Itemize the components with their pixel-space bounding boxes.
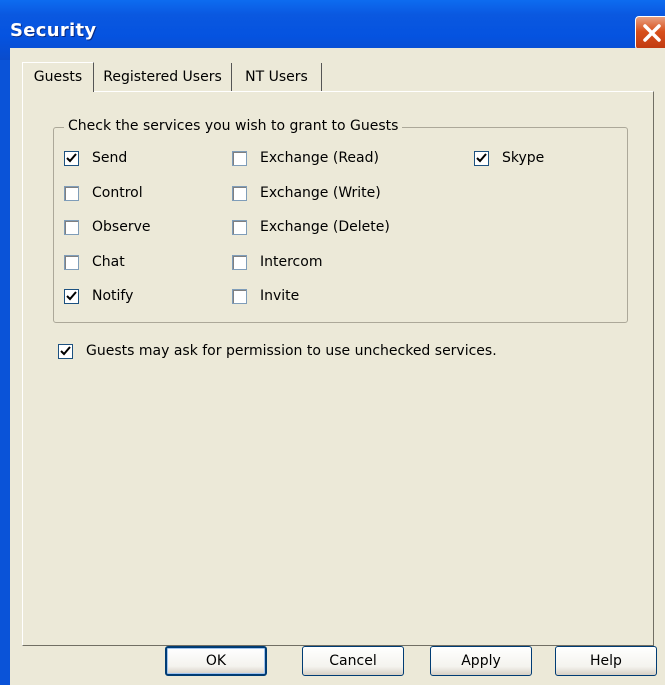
exchange-read-checkbox-box[interactable] <box>232 150 247 166</box>
observe-checkbox-box[interactable] <box>64 219 79 235</box>
services-groupbox: Check the services you wish to grant to … <box>53 118 628 323</box>
checkbox-observe[interactable]: Observe <box>64 219 150 235</box>
checkbox-label: Exchange (Delete) <box>260 219 390 235</box>
checkbox-control[interactable]: Control <box>64 185 143 201</box>
send-checkbox-box[interactable] <box>64 150 79 166</box>
checkbox-invite[interactable]: Invite <box>232 288 299 304</box>
skype-checkbox-box[interactable] <box>474 150 489 166</box>
security-dialog: Security Guests Registered Users NT User… <box>0 0 665 685</box>
checkbox-label: Chat <box>92 254 125 270</box>
checkbox-label: Notify <box>92 288 134 304</box>
tab-label: Guests <box>33 69 83 85</box>
checkbox-label: Observe <box>92 219 151 235</box>
checkmark-icon <box>66 290 77 300</box>
checkmark-icon <box>476 152 487 162</box>
checkmark-icon <box>66 152 77 162</box>
tab-guests[interactable]: Guests <box>22 62 94 92</box>
tab-panel-guests: Check the services you wish to grant to … <box>22 91 654 646</box>
tab-label: Registered Users <box>103 69 222 85</box>
dialog-client-area: Guests Registered Users NT Users Check t… <box>10 48 665 685</box>
checkbox-label: Intercom <box>260 254 323 270</box>
checkbox-exchange-read[interactable]: Exchange (Read) <box>232 150 379 166</box>
checkbox-label: Send <box>92 150 128 166</box>
checkbox-intercom[interactable]: Intercom <box>232 254 322 270</box>
checkbox-label: Skype <box>502 150 545 166</box>
control-checkbox-box[interactable] <box>64 185 79 201</box>
help-button[interactable]: Help <box>555 646 657 676</box>
checkbox-guests-may-ask[interactable]: Guests may ask for permission to use unc… <box>58 343 497 359</box>
checkbox-exchange-delete[interactable]: Exchange (Delete) <box>232 219 390 235</box>
invite-checkbox-box[interactable] <box>232 288 247 304</box>
chat-checkbox-box[interactable] <box>64 254 79 270</box>
checkbox-send[interactable]: Send <box>64 150 127 166</box>
close-button[interactable] <box>635 16 665 50</box>
tab-registered-users[interactable]: Registered Users <box>94 63 232 91</box>
exchange-delete-checkbox-box[interactable] <box>232 219 247 235</box>
checkbox-label: Invite <box>260 288 300 304</box>
checkbox-notify[interactable]: Notify <box>64 288 133 304</box>
apply-button[interactable]: Apply <box>430 646 532 676</box>
groupbox-label: Check the services you wish to grant to … <box>64 118 403 134</box>
checkbox-label: Exchange (Read) <box>260 150 379 166</box>
cancel-button[interactable]: Cancel <box>302 646 404 676</box>
ok-button[interactable]: OK <box>165 646 267 676</box>
tab-label: NT Users <box>245 69 308 85</box>
checkbox-label: Guests may ask for permission to use unc… <box>86 343 497 359</box>
tab-nt-users[interactable]: NT Users <box>232 63 322 91</box>
guests-may-ask-checkbox-box[interactable] <box>58 343 73 359</box>
checkbox-exchange-write[interactable]: Exchange (Write) <box>232 185 381 201</box>
intercom-checkbox-box[interactable] <box>232 254 247 270</box>
notify-checkbox-box[interactable] <box>64 288 79 304</box>
checkbox-chat[interactable]: Chat <box>64 254 125 270</box>
window-title: Security <box>10 20 97 41</box>
checkbox-label: Control <box>92 185 143 201</box>
checkbox-skype[interactable]: Skype <box>474 150 544 166</box>
checkbox-label: Exchange (Write) <box>260 185 381 201</box>
exchange-write-checkbox-box[interactable] <box>232 185 247 201</box>
checkmark-icon <box>60 345 71 355</box>
